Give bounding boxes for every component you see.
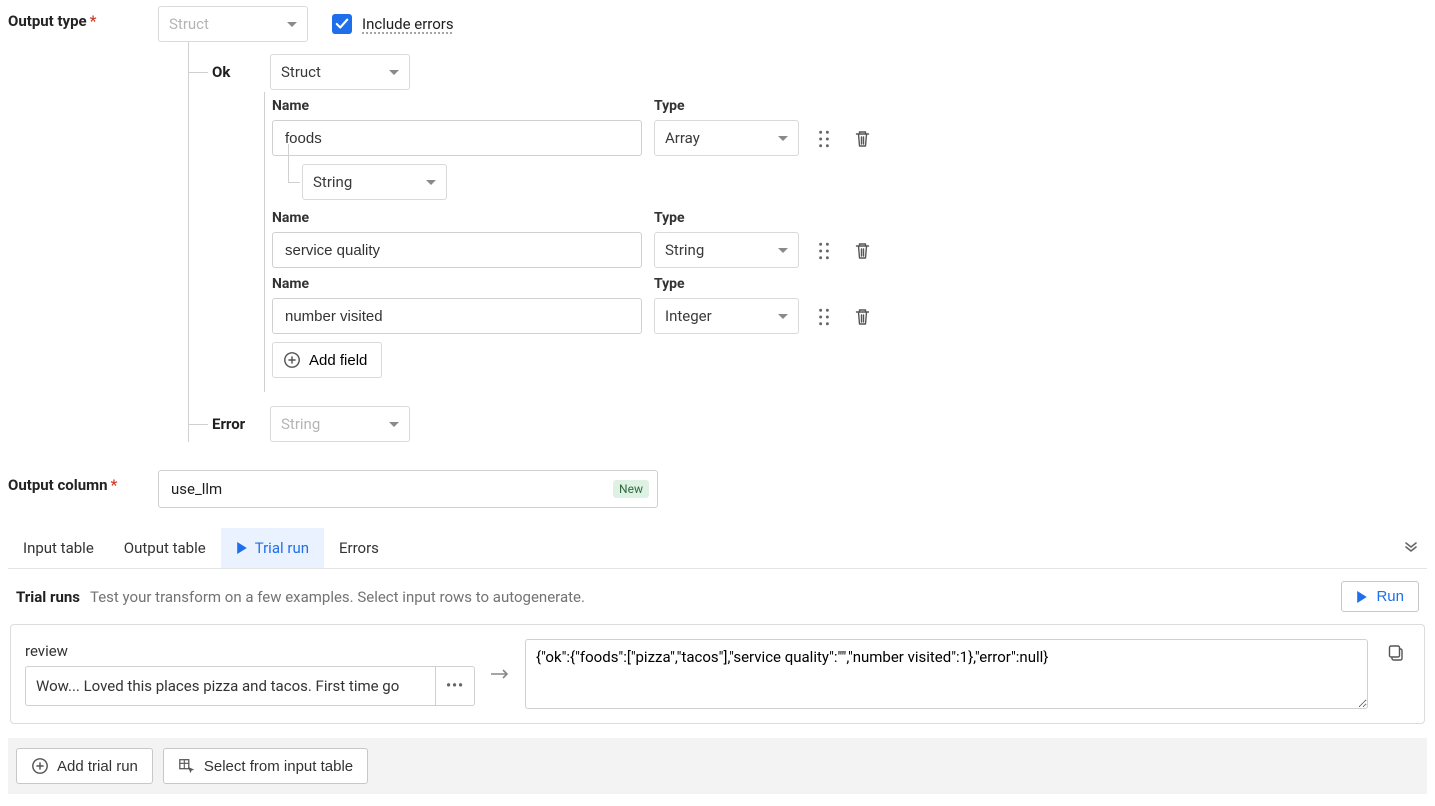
field-name-input[interactable] [272,298,642,334]
ok-type-select[interactable]: Struct [270,54,410,90]
field-name-header: Name [272,210,642,226]
drag-handle-icon[interactable] [811,238,837,264]
field-type-header: Type [654,98,799,114]
output-column-value: use_llm [171,480,222,498]
trial-output-textarea[interactable] [525,639,1368,709]
copy-icon[interactable] [1382,639,1410,667]
tab-input-table[interactable]: Input table [8,528,109,568]
add-trial-run-button[interactable]: Add trial run [16,748,153,784]
tab-output-table[interactable]: Output table [109,528,221,568]
ok-type-select-value: Struct [281,63,321,81]
trash-icon[interactable] [849,126,875,152]
field-type-select[interactable]: Array [654,120,799,156]
field-type-select[interactable]: String [654,232,799,268]
plus-circle-icon [31,757,49,775]
run-button-label: Run [1376,588,1404,605]
trial-runs-title: Trial runs [16,588,80,606]
error-type-select[interactable]: String [270,406,410,442]
chevron-down-icon [389,70,399,75]
field-name-input[interactable] [272,232,642,268]
field-name-input[interactable] [272,120,642,156]
array-subtype-select[interactable]: String [302,164,447,200]
arrow-right-icon [489,662,511,687]
chevron-down-icon [389,422,399,427]
new-badge: New [613,480,649,498]
field-type-header: Type [654,210,799,226]
trash-icon[interactable] [849,304,875,330]
error-type-select-value: String [281,415,320,433]
run-button[interactable]: Run [1341,581,1419,612]
output-column-label: Output column* [8,470,158,494]
include-errors-label: Include errors [362,15,454,33]
field-name-header: Name [272,98,642,114]
error-branch-label: Error [212,415,270,433]
tab-trial-run-label: Trial run [255,539,309,557]
add-field-button[interactable]: Add field [272,342,382,378]
trial-runs-subtitle: Test your transform on a few examples. S… [90,588,585,606]
play-icon [1356,591,1368,603]
review-input[interactable]: Wow... Loved this places pizza and tacos… [25,666,435,706]
include-errors-checkbox[interactable] [332,14,352,34]
field-type-select-value: Integer [665,307,712,325]
more-icon[interactable]: ••• [435,666,475,706]
chevron-down-icon [426,180,436,185]
tab-errors[interactable]: Errors [324,528,394,568]
output-column-input[interactable]: use_llm New [158,470,658,508]
field-type-select-value: String [665,241,704,259]
output-type-select-value: Struct [169,15,209,33]
output-type-select[interactable]: Struct [158,6,308,42]
drag-handle-icon[interactable] [811,304,837,330]
chevron-down-icon [778,314,788,319]
review-label: review [25,642,475,660]
cursor-table-icon [178,757,196,775]
field-type-select[interactable]: Integer [654,298,799,334]
drag-handle-icon[interactable] [811,126,837,152]
trial-run-card: review Wow... Loved this places pizza an… [10,624,1425,724]
plus-circle-icon [283,351,301,369]
tab-trial-run[interactable]: Trial run [221,528,324,568]
chevron-down-icon [287,22,297,27]
field-type-header: Type [654,276,799,292]
array-subtype-select-value: String [313,173,352,191]
select-from-input-button[interactable]: Select from input table [163,748,368,784]
ok-branch-label: Ok [212,63,270,81]
expand-icon[interactable] [1395,532,1427,564]
field-type-select-value: Array [665,129,700,147]
output-type-label: Output type* [8,6,158,30]
play-icon [236,542,248,554]
chevron-down-icon [778,248,788,253]
select-from-input-label: Select from input table [204,758,353,775]
trash-icon[interactable] [849,238,875,264]
add-trial-run-label: Add trial run [57,758,138,775]
field-name-header: Name [272,276,642,292]
add-field-label: Add field [309,352,367,369]
chevron-down-icon [778,136,788,141]
